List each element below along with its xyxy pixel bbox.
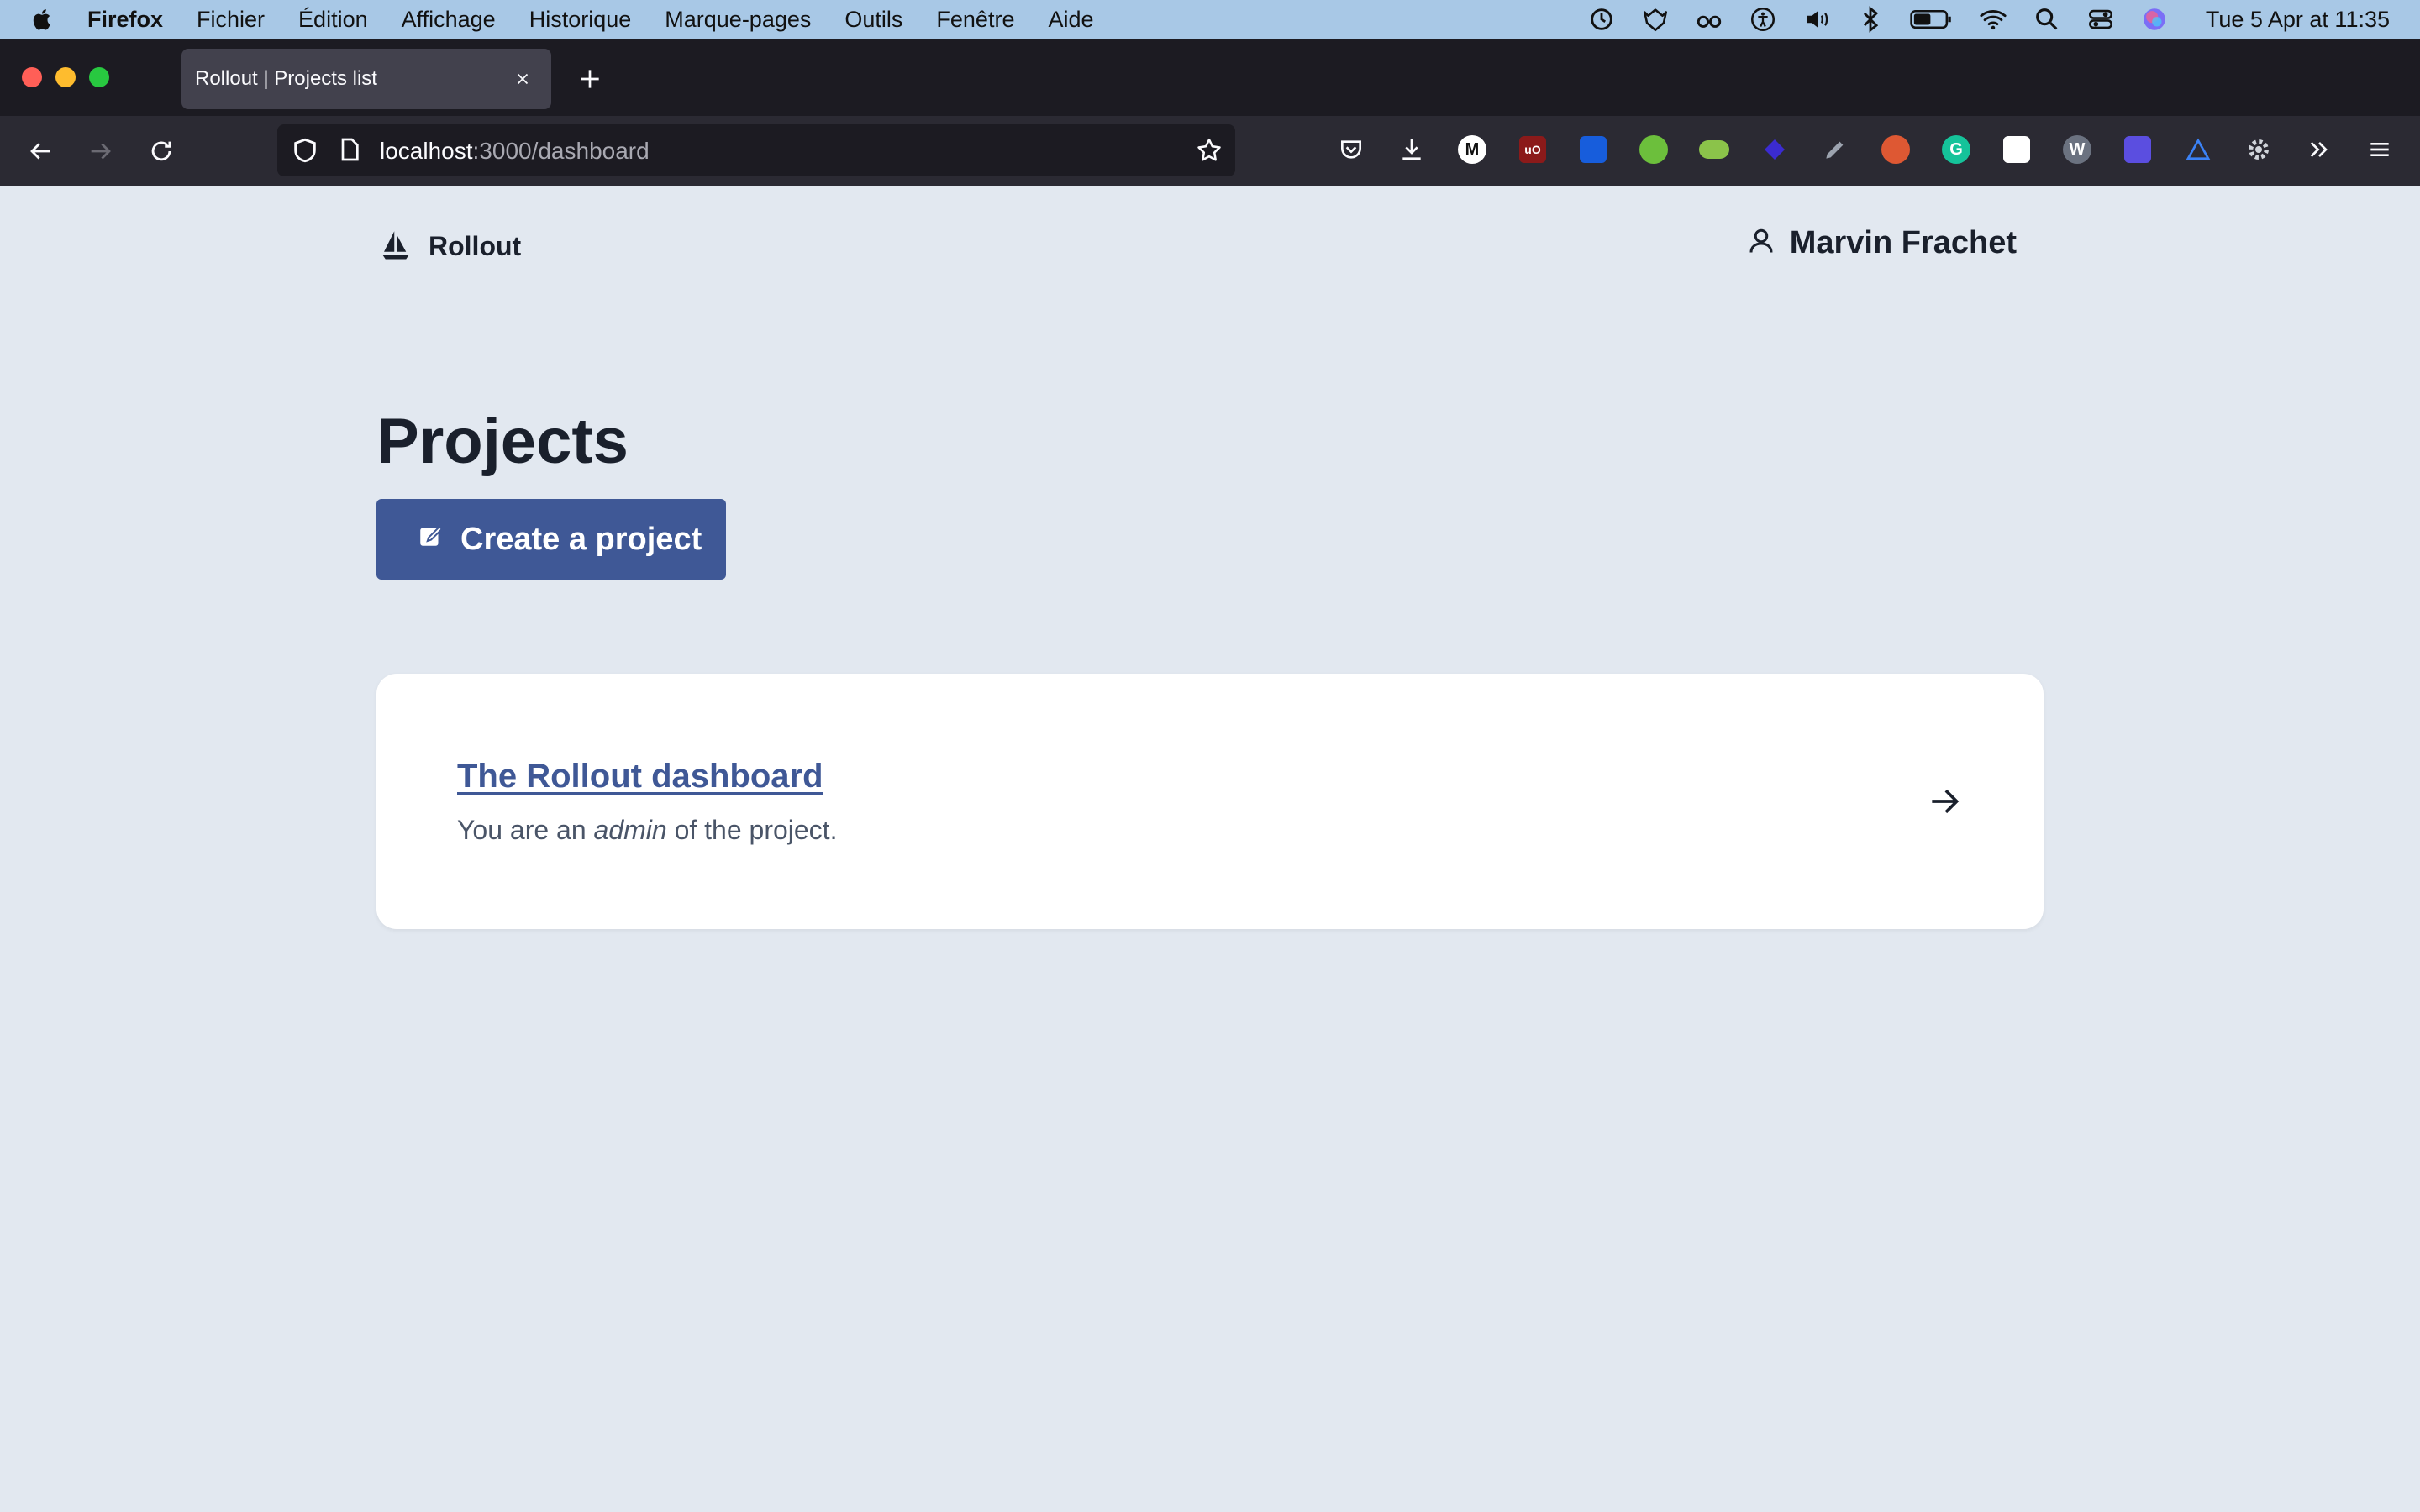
volume-icon[interactable] (1802, 5, 1831, 34)
hamburger-menu-icon[interactable] (2363, 133, 2396, 166)
bitwarden-icon[interactable] (1576, 133, 1610, 166)
page-title: Projects (376, 406, 629, 477)
create-project-button[interactable]: Create a project (376, 499, 726, 580)
duckduckgo-icon[interactable] (1879, 133, 1912, 166)
forward-arrow-icon[interactable] (82, 133, 119, 170)
grammarly-icon[interactable]: G (1939, 133, 1973, 166)
reader-glasses-icon[interactable] (1695, 5, 1723, 34)
bluetooth-icon[interactable] (1856, 5, 1885, 34)
url-bar[interactable]: localhost:3000/dashboard (277, 124, 1235, 176)
page-info-icon[interactable] (336, 136, 363, 167)
reload-icon[interactable] (143, 133, 180, 170)
menu-outils[interactable]: Outils (844, 7, 902, 33)
menu-firefox[interactable]: Firefox (87, 7, 163, 33)
back-arrow-icon[interactable] (22, 133, 59, 170)
user-name: Marvin Frachet (1789, 225, 2017, 260)
m-extension-icon[interactable]: M (1455, 133, 1489, 166)
ublock-icon[interactable]: uO (1516, 133, 1549, 166)
gear-icon[interactable] (2242, 133, 2275, 166)
sailboat-icon (378, 227, 413, 266)
project-card[interactable]: The Rollout dashboard You are an admin o… (376, 674, 2044, 929)
role-text-prefix: You are an (457, 815, 594, 845)
layers-icon[interactable] (1758, 133, 1791, 166)
page-content: Rollout Marvin Frachet Projects Create a… (0, 186, 2420, 1512)
pen-icon[interactable] (1818, 133, 1852, 166)
menubar-clock[interactable]: Tue 5 Apr at 11:35 (2206, 7, 2390, 33)
edit-icon (417, 521, 445, 558)
role-name: admin (593, 815, 667, 845)
create-project-label: Create a project (460, 521, 702, 557)
role-text-suffix: of the project. (666, 815, 838, 845)
menu-historique[interactable]: Historique (529, 7, 632, 33)
menu-fenetre[interactable]: Fenêtre (936, 7, 1014, 33)
bookmark-star-icon[interactable] (1195, 136, 1223, 169)
siri-icon[interactable] (2140, 5, 2169, 34)
tab-title: Rollout | Projects list (195, 67, 377, 90)
downloads-icon[interactable] (1395, 133, 1428, 166)
control-center-icon[interactable] (2086, 5, 2115, 34)
url-path: :3000/dashboard (472, 138, 650, 164)
menu-marque-pages[interactable]: Marque-pages (665, 7, 811, 33)
tab-close-icon[interactable] (509, 66, 536, 92)
accessibility-icon[interactable] (1749, 5, 1777, 34)
puzzle-icon[interactable] (2121, 133, 2154, 166)
frog-icon[interactable] (1637, 133, 1670, 166)
window-minimize-button[interactable] (55, 67, 76, 87)
url-text[interactable]: localhost:3000/dashboard (380, 138, 650, 165)
browser-tab-active[interactable]: Rollout | Projects list (182, 49, 551, 109)
pocket-icon[interactable] (1334, 133, 1368, 166)
user-icon (1746, 226, 1776, 260)
search-icon[interactable] (2033, 5, 2061, 34)
project-role-description: You are an admin of the project. (457, 815, 837, 846)
user-menu[interactable]: Marvin Frachet (1746, 225, 2017, 261)
menu-fichier[interactable]: Fichier (197, 7, 265, 33)
qr-icon[interactable] (2000, 133, 2033, 166)
time-machine-icon[interactable] (1587, 5, 1616, 34)
wifi-icon[interactable] (1979, 5, 2007, 34)
window-zoom-button[interactable] (89, 67, 109, 87)
macos-menubar: Firefox Fichier Édition Affichage Histor… (0, 0, 2420, 39)
arrow-right-icon[interactable] (1924, 781, 1965, 822)
overflow-icon[interactable] (2302, 133, 2336, 166)
project-link[interactable]: The Rollout dashboard (457, 758, 823, 795)
menu-affichage[interactable]: Affichage (402, 7, 496, 33)
url-host: localhost (380, 138, 473, 164)
triangle-icon[interactable] (2181, 133, 2215, 166)
brand-logo-link[interactable]: Rollout (378, 227, 521, 266)
tracking-shield-icon[interactable] (291, 136, 319, 169)
w-extension-icon[interactable]: W (2060, 133, 2094, 166)
new-tab-icon[interactable] (573, 62, 607, 96)
toggle-extension-icon[interactable] (1697, 133, 1731, 166)
gitlab-fox-icon[interactable] (1641, 5, 1670, 34)
menu-aide[interactable]: Aide (1048, 7, 1093, 33)
window-close-button[interactable] (22, 67, 42, 87)
battery-icon[interactable] (1910, 5, 1954, 34)
brand-name: Rollout (429, 231, 522, 261)
menu-edition[interactable]: Édition (298, 7, 368, 33)
apple-logo-icon[interactable] (30, 5, 59, 34)
